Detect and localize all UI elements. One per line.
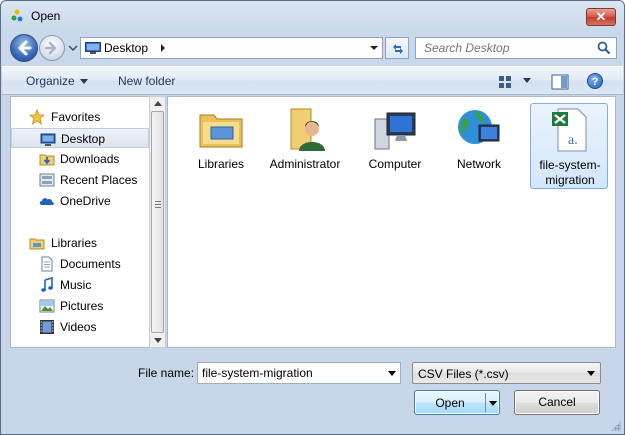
file-name-input[interactable] xyxy=(198,363,378,383)
refresh-button[interactable] xyxy=(385,37,409,59)
address-location[interactable]: Desktop xyxy=(104,41,148,55)
open-dialog: Open ✕ Desktop Organize New folder xyxy=(0,0,625,435)
videos-icon xyxy=(40,320,54,334)
svg-text:a.: a. xyxy=(568,133,578,148)
network-icon xyxy=(458,110,500,144)
cancel-button[interactable]: Cancel xyxy=(514,390,600,415)
file-item-network[interactable]: Network xyxy=(440,103,518,189)
user-folder-icon xyxy=(290,108,325,151)
help-icon: ? xyxy=(591,76,599,88)
nav-item-documents[interactable]: Documents xyxy=(11,254,149,274)
onedrive-icon xyxy=(39,198,54,205)
forward-arrow-icon xyxy=(44,41,57,55)
nav-item-downloads[interactable]: Downloads xyxy=(11,149,149,169)
open-button[interactable]: Open xyxy=(414,390,500,415)
nav-item-pictures[interactable]: Pictures xyxy=(11,296,149,316)
nav-item-onedrive[interactable]: OneDrive xyxy=(11,191,149,211)
scroll-up-icon[interactable] xyxy=(154,101,162,106)
file-name-combobox[interactable] xyxy=(197,362,401,384)
file-item-libraries[interactable]: Libraries xyxy=(182,103,260,189)
change-view-icon[interactable] xyxy=(498,75,514,89)
music-icon xyxy=(41,277,53,292)
address-bar[interactable]: Desktop xyxy=(80,37,383,59)
downloads-icon xyxy=(39,154,55,166)
computer-icon xyxy=(374,112,416,150)
nav-item-label: Videos xyxy=(60,320,97,334)
command-bar: Organize New folder ? xyxy=(2,66,623,95)
view-options-dropdown-icon[interactable] xyxy=(523,78,531,83)
libraries-folder-icon xyxy=(199,114,243,148)
file-item-name: Computer xyxy=(368,157,422,171)
help-button[interactable]: ? xyxy=(587,73,603,89)
nav-libraries-header[interactable]: Libraries xyxy=(11,233,149,253)
nav-item-label: Desktop xyxy=(61,132,106,146)
back-button[interactable] xyxy=(10,34,38,62)
file-item-computer[interactable]: Computer xyxy=(356,103,434,189)
resize-grip-icon[interactable] xyxy=(611,421,621,431)
title-bar[interactable]: Open ✕ xyxy=(1,1,624,31)
file-item-name: Administrator xyxy=(269,157,341,171)
split-divider xyxy=(485,393,486,412)
chevron-down-icon xyxy=(79,79,88,85)
organize-menu[interactable]: Organize xyxy=(26,74,88,88)
forward-button[interactable] xyxy=(39,35,65,61)
nav-item-desktop[interactable]: Desktop xyxy=(11,128,149,148)
file-type-value: CSV Files (*.csv) xyxy=(418,367,509,381)
chevron-down-icon xyxy=(587,371,595,376)
libraries-label: Libraries xyxy=(51,236,98,250)
nav-item-label: Recent Places xyxy=(60,173,138,187)
search-icon[interactable] xyxy=(597,41,611,55)
search-input[interactable] xyxy=(416,38,592,58)
address-dropdown-icon[interactable] xyxy=(369,44,379,52)
recent-places-icon xyxy=(39,173,55,187)
navigation-scrollbar[interactable] xyxy=(149,96,166,348)
csv-file-icon: a. xyxy=(552,108,587,152)
file-item-file-system-migration[interactable]: a. file-system-migration xyxy=(530,103,608,189)
recent-locations-dropdown-icon[interactable] xyxy=(68,44,78,52)
nav-favorites-header[interactable]: Favorites xyxy=(11,107,149,127)
file-item-administrator[interactable]: Administrator xyxy=(266,103,344,189)
file-name-dropdown-icon[interactable] xyxy=(388,371,396,376)
navigation-pane: Favorites Desktop Downloads Recent Place… xyxy=(10,96,166,348)
desktop-icon xyxy=(40,133,56,146)
back-arrow-icon xyxy=(18,40,32,56)
open-button-label: Open xyxy=(435,396,465,410)
nav-item-label: Music xyxy=(60,278,92,292)
close-button[interactable]: ✕ xyxy=(586,8,616,26)
organize-label: Organize xyxy=(26,74,75,88)
nav-item-recent-places[interactable]: Recent Places xyxy=(11,170,149,190)
desktop-location-icon xyxy=(85,42,101,54)
nav-item-videos[interactable]: Videos xyxy=(11,317,149,337)
file-item-name: file-system-migration xyxy=(539,158,601,187)
breadcrumb-chevron-icon[interactable] xyxy=(159,43,167,53)
app-icon xyxy=(11,9,23,22)
file-type-select[interactable]: CSV Files (*.csv) xyxy=(412,362,601,384)
nav-item-label: OneDrive xyxy=(60,194,111,208)
preview-pane-icon[interactable] xyxy=(551,74,569,90)
new-folder-button[interactable]: New folder xyxy=(118,74,175,88)
libraries-icon xyxy=(29,238,45,250)
close-icon: ✕ xyxy=(595,9,607,24)
pictures-icon xyxy=(39,299,55,313)
file-item-name: Network xyxy=(456,157,501,171)
search-box[interactable] xyxy=(415,37,617,59)
file-list-pane: Libraries Administrator Computer Network… xyxy=(167,96,616,348)
nav-item-label: Pictures xyxy=(60,299,104,313)
scroll-down-icon[interactable] xyxy=(154,338,162,343)
nav-item-label: Documents xyxy=(60,257,121,271)
grip-icon xyxy=(155,201,161,208)
scrollbar-thumb[interactable] xyxy=(151,111,164,333)
window-title: Open xyxy=(31,9,61,23)
favorites-star-icon xyxy=(29,109,45,125)
refresh-icon xyxy=(393,44,403,54)
favorites-label: Favorites xyxy=(51,110,101,124)
open-options-dropdown-icon[interactable] xyxy=(489,401,497,406)
nav-item-music[interactable]: Music xyxy=(11,275,149,295)
file-item-name: Libraries xyxy=(197,157,245,171)
nav-item-label: Downloads xyxy=(60,152,120,166)
documents-icon xyxy=(41,256,53,272)
file-name-label: File name: xyxy=(138,366,195,380)
